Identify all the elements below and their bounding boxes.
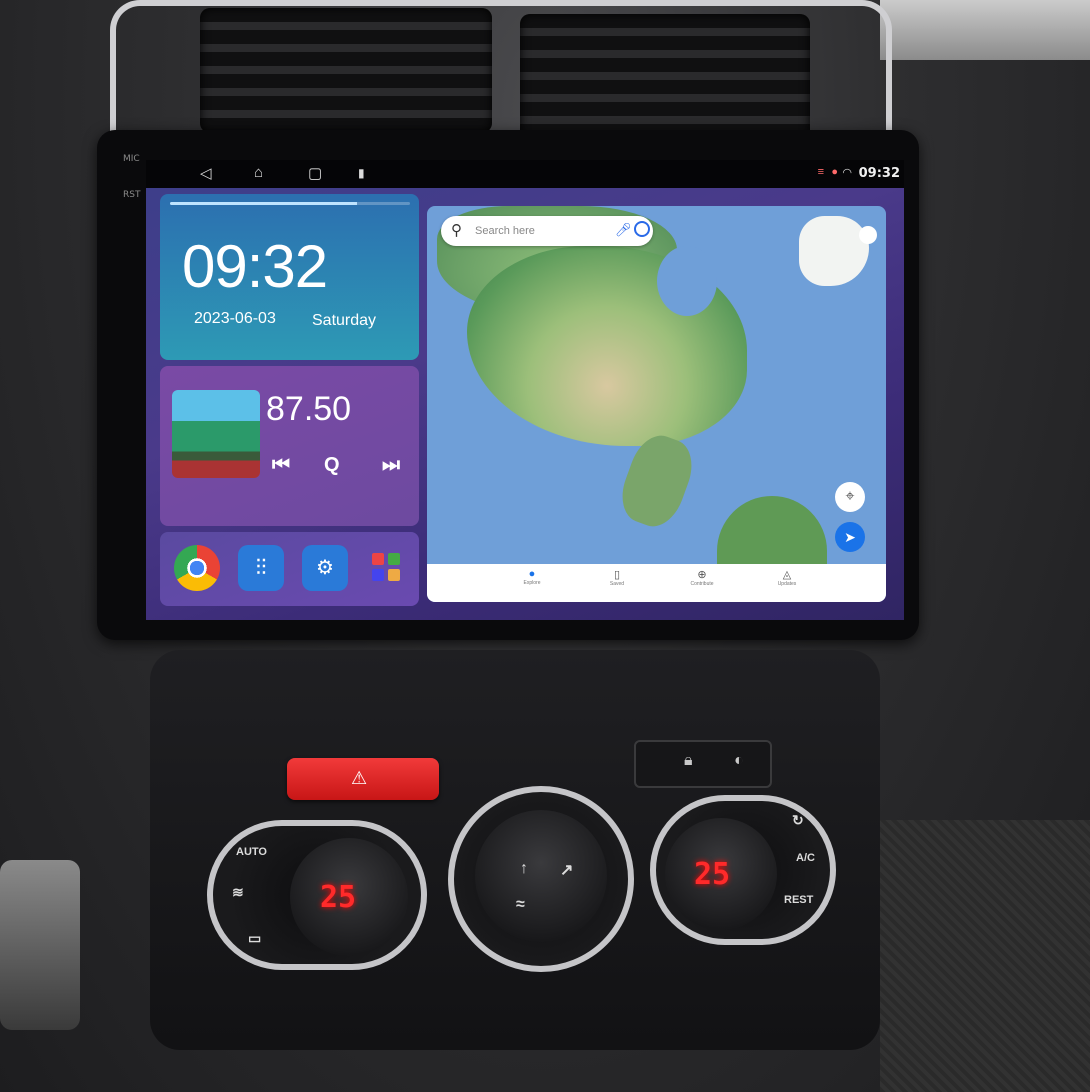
chrome-icon[interactable] [174,545,220,591]
left-temp-display: 25 [320,880,357,915]
tab-updates-label: Updates [777,581,797,587]
contribute-icon: ⊕ [697,569,707,581]
home-icon[interactable]: ⌂ [254,164,263,181]
rear-defrost-icon[interactable]: ▭ [248,930,261,947]
lock-icon[interactable]: 🔒︎ [684,752,693,770]
search-icon[interactable]: Q [324,454,340,477]
rest-button[interactable]: REST [784,894,813,906]
lens-icon[interactable] [634,221,650,237]
tab-saved[interactable]: ▯ Saved [582,568,652,587]
map-search-bar[interactable]: ⚲ Search here 🎤︎ [441,216,653,246]
air-distribution-up-icon[interactable]: ↑ [520,860,528,878]
radio-frequency: 87.50 [266,390,352,428]
clock-progress-line [170,202,410,205]
right-air-vent [520,14,810,146]
clock-time: 09:32 [182,233,328,300]
tab-explore-label: Explore [523,580,541,586]
explore-icon: ● [528,568,536,580]
hazard-icon: ⚠ [351,768,368,788]
clock-date: 2023-06-03 [194,310,276,327]
wifi-icon: ◠ [842,167,852,179]
radio-artwork [172,390,260,478]
ac-button[interactable]: A/C [796,852,815,864]
passenger-air-icon[interactable]: ↗ [560,860,573,880]
hazard-button[interactable]: ⚠ [287,758,439,800]
tab-explore[interactable]: ● Explore [497,568,567,586]
lock-button-group: 🔒︎ ◐ [634,740,772,788]
auto-button[interactable]: AUTO [236,846,267,858]
saved-icon: ▯ [613,569,621,581]
layers-icon[interactable] [859,226,877,244]
windshield-defrost-icon[interactable]: ≋ [232,884,244,901]
mic-label: MIC [123,154,140,164]
radio-widget[interactable]: 87.50 ⏮ Q ⏭ [160,366,419,526]
window-background [880,0,1090,60]
app-dock: ⫶⫶ ⚙ [160,532,419,606]
air-distribution-feet-icon[interactable]: ≈ [516,896,525,914]
clock-weekday: Saturday [312,312,377,329]
map-pin-icon: ⚲ [451,222,462,239]
fan-speed-knob[interactable] [475,810,607,942]
my-location-icon[interactable]: ⌖ [835,482,865,512]
google-maps-view[interactable]: ⚲ Search here 🎤︎ ⌖ ➤ ● Explore ▯ Saved ⊕… [427,206,886,602]
updates-icon: ◬ [782,569,792,581]
status-bar-time: 09:32 [858,166,900,181]
rst-label[interactable]: RST [123,190,140,200]
signal-icon: ≡ [817,166,824,178]
mic-icon[interactable]: 🎤︎ [615,222,632,238]
map-bottom-nav: ● Explore ▯ Saved ⊕ Contribute ◬ Updates [427,564,886,602]
right-temp-display: 25 [694,857,731,892]
recents-icon[interactable]: ▢ [308,164,322,182]
notification-icon[interactable]: ▮ [358,166,365,180]
previous-icon[interactable]: ⏮ [272,454,290,477]
apps-grid-icon[interactable] [366,545,412,591]
map-greenland [799,216,869,286]
tab-updates[interactable]: ◬ Updates [752,568,822,587]
tab-contribute[interactable]: ⊕ Contribute [667,568,737,587]
map-hudson-bay [657,246,717,316]
android-screen: ◁ ⌂ ▢ ▮ ≡ ● ◠ 09:32 09:32 2023-06-03 Sat… [146,160,904,620]
next-icon[interactable]: ⏭ [382,454,400,477]
location-icon: ● [831,166,838,178]
clock-widget[interactable]: 09:32 2023-06-03 Saturday [160,194,419,360]
equalizer-icon[interactable]: ⫶⫶ [238,545,284,591]
back-icon[interactable]: ◁ [200,164,212,182]
map-search-input[interactable]: Search here [475,225,535,237]
car-settings-icon[interactable]: ⚙ [302,545,348,591]
left-air-vent [200,8,492,133]
brightness-icon[interactable]: ◐ [734,752,744,770]
gear-selector [0,860,80,1030]
recirculation-icon[interactable]: ↻ [792,812,804,829]
tab-contribute-label: Contribute [690,581,714,587]
tab-saved-label: Saved [609,581,625,587]
status-bar: ◁ ⌂ ▢ ▮ ≡ ● ◠ 09:32 [146,160,904,188]
directions-icon[interactable]: ➤ [835,522,865,552]
floor-mat [880,820,1090,1092]
